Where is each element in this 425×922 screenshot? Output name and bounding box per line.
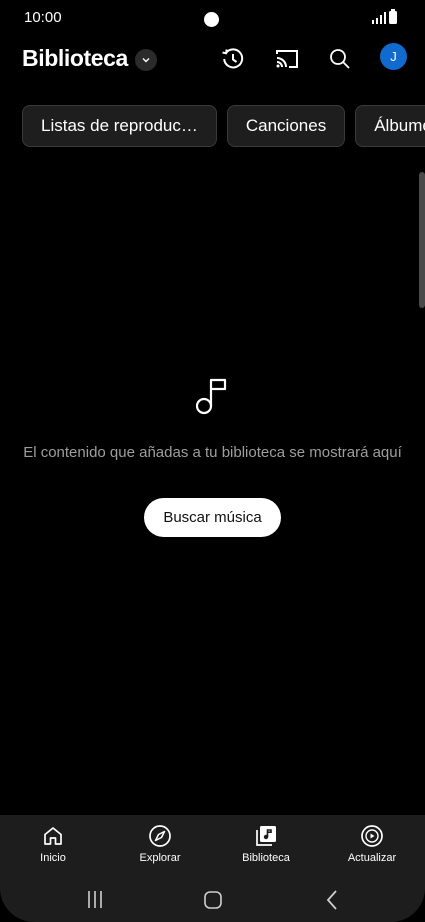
page-title: Biblioteca — [22, 45, 128, 71]
library-dropdown-button[interactable] — [135, 49, 157, 71]
nav-label-upgrade: Actualizar — [347, 852, 397, 864]
scrollbar[interactable] — [419, 172, 425, 308]
nav-label-explore: Explorar — [139, 852, 181, 864]
avatar[interactable]: J — [380, 43, 407, 70]
cast-button[interactable] — [270, 42, 304, 76]
upgrade-play-icon — [361, 825, 383, 847]
empty-state-message: El contenido que añadas a tu biblioteca … — [23, 444, 402, 461]
search-music-button[interactable]: Buscar música — [144, 498, 281, 537]
history-button[interactable] — [216, 42, 250, 76]
home-icon — [44, 827, 62, 845]
search-button[interactable] — [323, 42, 357, 76]
nav-item-home[interactable]: Inicio — [3, 815, 103, 877]
music-note-icon — [195, 378, 227, 415]
nav-label-home: Inicio — [40, 852, 66, 864]
history-icon — [222, 48, 244, 69]
front-camera — [204, 12, 219, 27]
status-bar: 10:00 — [0, 0, 425, 36]
library-music-icon — [256, 826, 276, 846]
status-time: 10:00 — [24, 9, 62, 26]
nav-item-upgrade[interactable]: Actualizar — [322, 815, 422, 877]
chevron-down-icon — [142, 58, 150, 63]
recent-apps-icon[interactable] — [82, 887, 108, 913]
back-icon[interactable] — [320, 887, 346, 913]
home-button-icon[interactable] — [200, 887, 226, 913]
bottom-navigation: Inicio Explorar Biblioteca Actualizar — [0, 815, 425, 877]
search-icon — [330, 49, 350, 69]
compass-icon — [149, 825, 171, 847]
cast-icon — [276, 50, 298, 68]
chip-songs[interactable]: Canciones — [226, 105, 346, 147]
nav-item-explore[interactable]: Explorar — [110, 815, 210, 877]
signal-icon — [372, 12, 386, 24]
system-navigation-bar — [0, 877, 425, 922]
chip-albums[interactable]: Álbumes — [355, 105, 425, 147]
filter-chips: Listas de reproduc… Canciones Álbumes — [22, 105, 425, 147]
nav-item-library[interactable]: Biblioteca — [216, 815, 316, 877]
nav-label-library: Biblioteca — [242, 852, 290, 864]
chip-playlists[interactable]: Listas de reproduc… — [22, 105, 217, 147]
app-header: Biblioteca J — [0, 36, 425, 86]
app-screen: 10:00 Biblioteca J Listas de reproduc… C… — [0, 0, 425, 922]
battery-icon — [389, 9, 397, 24]
